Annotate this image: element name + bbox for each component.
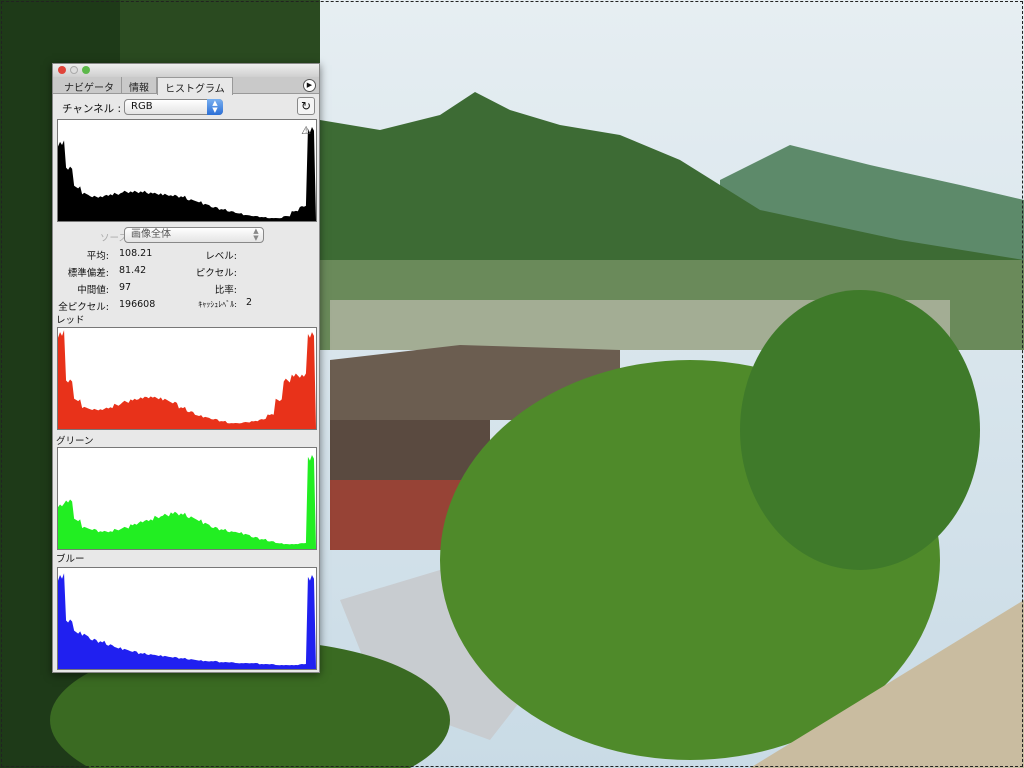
source-select[interactable]: 画像全体 ▲ ▼ [124,227,264,243]
histogram-area [58,330,316,429]
tab-navigator[interactable]: ナビゲータ [57,77,122,94]
level-label: レベル: [205,251,237,262]
histogram-panel: ナビゲータ 情報 ヒストグラム ▶ チャンネル : RGB ▲ ▼ ↻ ⚠ ソース … [52,63,320,673]
green-label: グリーン [56,436,94,447]
panel-tabs: ナビゲータ 情報 ヒストグラム ▶ [53,77,319,95]
select-arrows-icon: ▲ ▼ [253,227,259,242]
median-value: 97 [119,282,132,293]
refresh-button[interactable]: ↻ [297,97,315,115]
pixels-label: 全ピクセル: [58,302,109,313]
tab-info[interactable]: 情報 [122,77,157,94]
select-arrows-icon: ▲ ▼ [207,99,223,115]
cache-value: 2 [246,297,253,308]
close-icon[interactable] [58,66,66,74]
blue-label: ブルー [56,554,85,565]
mean-value: 108.21 [119,248,153,259]
refresh-icon: ↻ [300,99,312,113]
minimize-icon[interactable] [70,66,78,74]
median-label: 中間値: [77,285,109,296]
percentile-label: 比率: [214,285,237,296]
histogram-green [57,447,317,550]
channel-label: チャンネル : [62,103,122,115]
source-value: 画像全体 [131,229,171,240]
histogram-blue [57,567,317,670]
channel-value: RGB [131,101,153,112]
zoom-icon[interactable] [82,66,90,74]
histogram-red [57,327,317,430]
tab-histogram[interactable]: ヒストグラム [157,77,233,95]
warning-icon[interactable]: ⚠ [301,124,311,137]
histogram-area [58,455,316,549]
panel-menu-icon[interactable]: ▶ [303,79,316,92]
count-label: ピクセル: [195,268,237,279]
pixels-value: 196608 [119,299,156,310]
red-label: レッド [56,315,85,326]
histogram-area [58,127,316,221]
histogram-area [58,573,316,669]
histogram-rgb: ⚠ [57,119,317,222]
panel-titlebar[interactable] [53,64,319,77]
mean-label: 平均: [86,251,109,262]
cache-label: ｷｬｯｼｭﾚﾍﾞﾙ: [198,300,237,309]
stddev-label: 標準偏差: [67,268,109,279]
channel-select[interactable]: RGB ▲ ▼ [124,99,223,115]
stddev-value: 81.42 [119,265,147,276]
